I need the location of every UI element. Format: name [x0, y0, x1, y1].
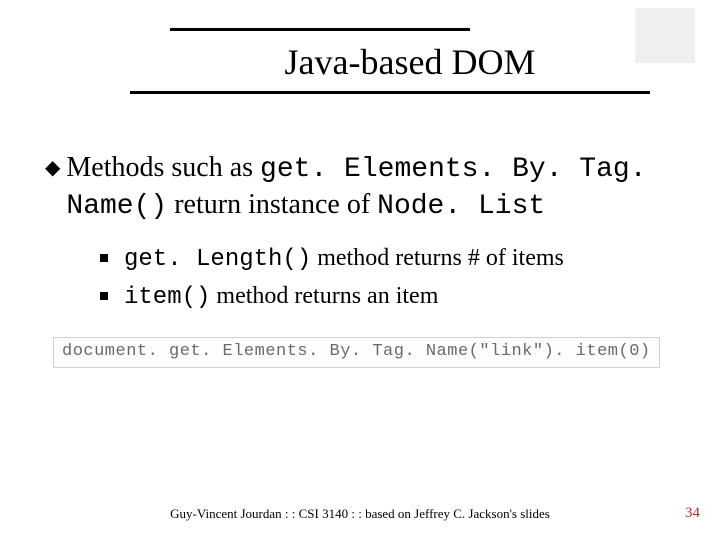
list-item: get. Length() method returns # of items	[100, 242, 680, 276]
title-rule-bottom	[130, 91, 650, 94]
square-bullet-icon	[100, 254, 108, 262]
slide-footer: Guy-Vincent Jourdan : : CSI 3140 : : bas…	[0, 506, 720, 522]
page-number: 34	[685, 505, 700, 522]
slide-title: Java-based DOM	[170, 41, 650, 83]
code-fragment: item()	[124, 284, 210, 311]
code-fragment: get. Length()	[124, 246, 311, 273]
sub-bullet-list: get. Length() method returns # of items …	[100, 242, 680, 315]
bullet-main: ◆ Methods such as get. Elements. By. Tag…	[45, 150, 680, 224]
square-bullet-icon	[100, 292, 108, 300]
text-fragment: Methods such as	[66, 152, 260, 183]
code-fragment: Node. List	[377, 191, 545, 222]
title-rule-top	[170, 28, 470, 31]
list-item-text: item() method returns an item	[124, 280, 438, 314]
bullet-main-text: Methods such as get. Elements. By. Tag. …	[66, 150, 680, 224]
slide-body: ◆ Methods such as get. Elements. By. Tag…	[45, 150, 680, 368]
code-sample-image: document. get. Elements. By. Tag. Name("…	[53, 337, 660, 368]
text-fragment: method returns # of items	[311, 245, 564, 271]
list-item-text: get. Length() method returns # of items	[124, 242, 564, 276]
title-block: Java-based DOM	[170, 28, 650, 94]
list-item: item() method returns an item	[100, 280, 680, 314]
text-fragment: method returns an item	[210, 283, 438, 309]
text-fragment: return instance of	[167, 189, 377, 220]
diamond-bullet-icon: ◆	[45, 150, 60, 186]
